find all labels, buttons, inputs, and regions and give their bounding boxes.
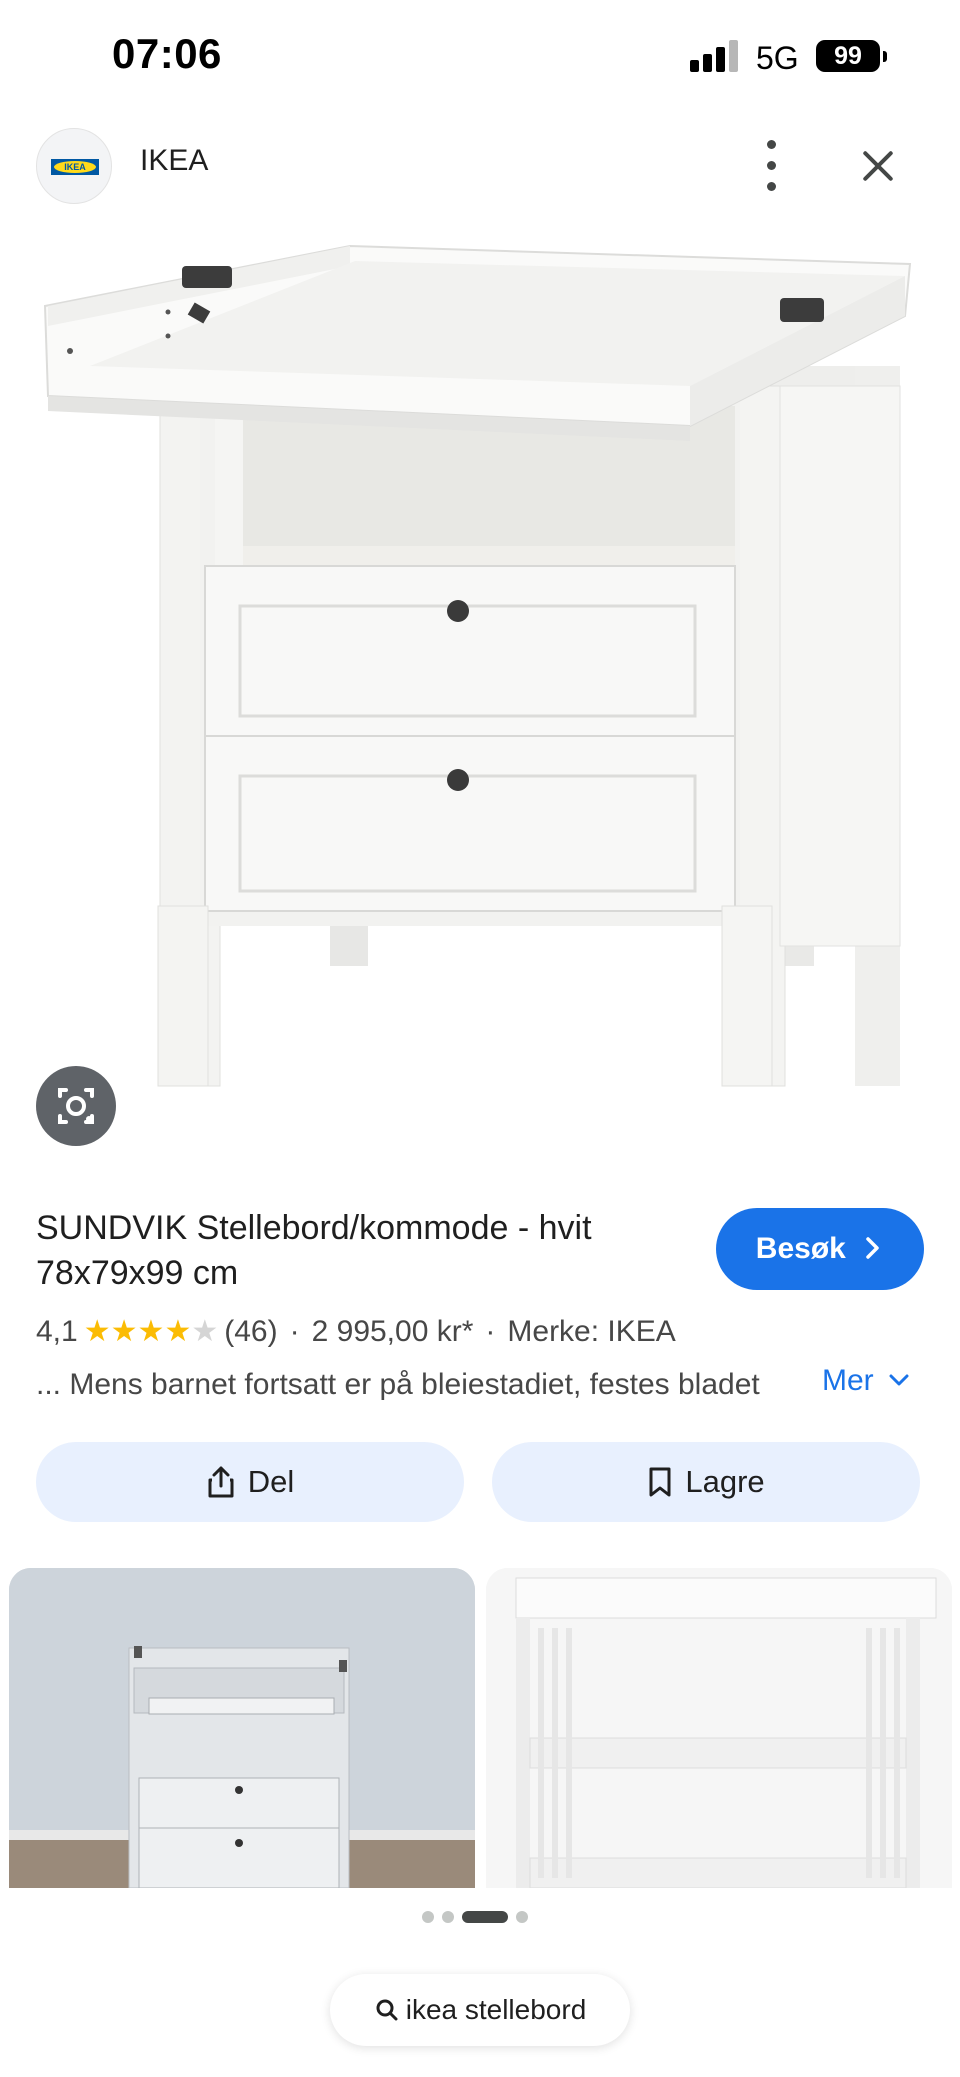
star-filled-icon: ★ <box>83 1315 111 1348</box>
save-button[interactable]: Lagre <box>492 1442 920 1522</box>
related-images <box>0 1568 960 1888</box>
status-time: 07:06 <box>112 30 222 77</box>
battery-level: 99 <box>834 42 862 70</box>
star-filled-icon: ★ <box>164 1315 192 1348</box>
visit-button-label: Besøk <box>755 1232 846 1265</box>
product-price: 2 995,00 kr* <box>311 1315 474 1348</box>
search-icon <box>376 1999 398 2021</box>
star-filled-icon: ★ <box>137 1315 165 1348</box>
product-meta: 4,1 ★ ★ ★ ★ ★ (46) · 2 995,00 kr* · Merke: I… <box>36 1312 676 1352</box>
close-icon[interactable] <box>856 144 900 188</box>
related-image-2[interactable] <box>486 1568 952 1888</box>
site-name[interactable]: IKEA <box>140 144 208 178</box>
network-label: 5G <box>756 40 799 76</box>
product-image[interactable] <box>0 216 960 1170</box>
description-row: ... Mens barnet fortsatt er på bleiestad… <box>36 1364 936 1408</box>
star-empty-icon: ★ <box>191 1315 219 1348</box>
more-link-label: Mer <box>822 1364 874 1397</box>
battery-icon: 99 <box>816 40 880 72</box>
ikea-logo-text: IKEA <box>64 162 86 172</box>
save-button-label: Lagre <box>685 1464 765 1499</box>
more-link[interactable]: Mer <box>822 1364 910 1398</box>
chevron-right-icon <box>866 1237 879 1259</box>
star-filled-icon: ★ <box>110 1315 138 1348</box>
ikea-logo-icon[interactable]: IKEA <box>36 128 112 204</box>
product-brand: Merke: IKEA <box>507 1315 676 1348</box>
related-image-1[interactable] <box>9 1568 475 1888</box>
search-pill[interactable]: ikea stellebord <box>330 1974 630 2046</box>
signal-icon <box>690 40 740 72</box>
carousel-pager <box>420 1910 540 1924</box>
separator: · <box>289 1315 300 1348</box>
bookmark-icon <box>649 1467 671 1497</box>
separator: · <box>485 1315 496 1348</box>
rating-value: 4,1 <box>36 1315 78 1348</box>
chevron-down-icon <box>889 1374 909 1386</box>
more-options-icon[interactable] <box>748 136 796 196</box>
review-count: (46) <box>224 1315 278 1348</box>
share-button-label: Del <box>247 1464 295 1499</box>
status-bar: 07:06 5G 99 <box>0 0 960 112</box>
visit-button[interactable]: Besøk <box>716 1208 924 1290</box>
pager-dot <box>516 1911 528 1923</box>
product-description: ... Mens barnet fortsatt er på bleiestad… <box>36 1368 760 1401</box>
rating-stars: ★ ★ ★ ★ ★ <box>84 1317 219 1347</box>
share-icon <box>208 1466 234 1498</box>
lens-icon[interactable] <box>36 1066 116 1146</box>
battery-tip <box>883 51 887 62</box>
pager-dot <box>422 1911 434 1923</box>
search-query: ikea stellebord <box>405 1994 587 2025</box>
pager-dot <box>442 1911 454 1923</box>
product-title[interactable]: SUNDVIK Stellebord/kommode - hvit 78x79x… <box>36 1206 676 1296</box>
changing-table-illustration <box>43 244 912 1087</box>
pager-dot-active <box>462 1911 508 1923</box>
share-button[interactable]: Del <box>36 1442 464 1522</box>
source-header: IKEA IKEA <box>0 112 960 216</box>
